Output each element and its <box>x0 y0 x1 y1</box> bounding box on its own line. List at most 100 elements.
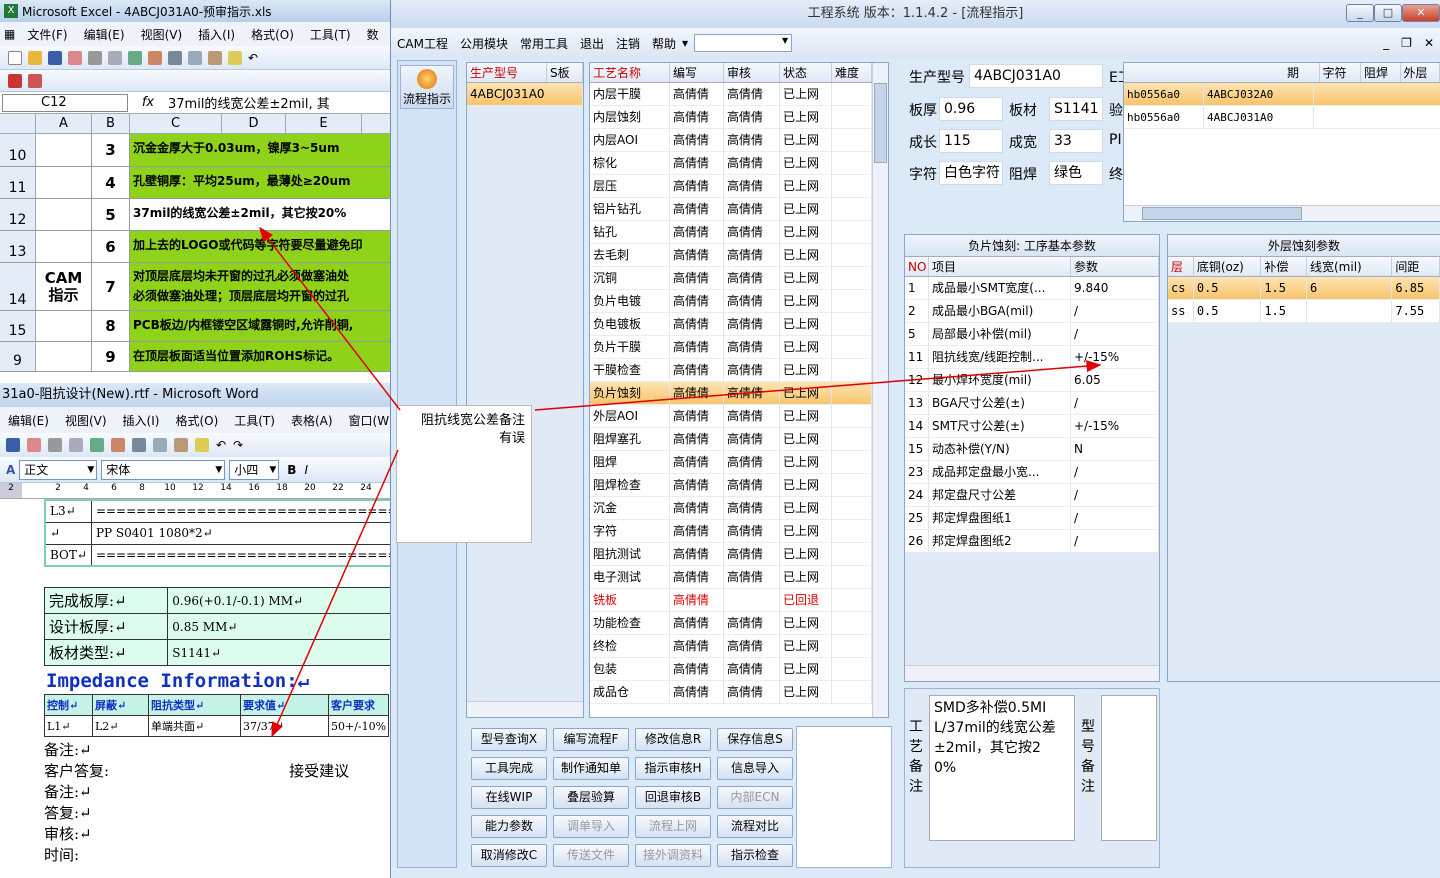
col-reviewer[interactable]: 审核 <box>724 63 780 82</box>
prod-model-field[interactable]: 4ABCJ031A0 <box>969 64 1103 88</box>
col-header-d[interactable]: D <box>222 114 286 133</box>
row-number[interactable]: 12 <box>0 199 36 230</box>
word-menu-view[interactable]: 视图(V) <box>57 412 115 429</box>
cam-cell[interactable] <box>36 342 92 371</box>
save-icon[interactable] <box>48 50 62 65</box>
close-button[interactable]: ✕ <box>1402 4 1440 22</box>
layer-cell[interactable]: ↵ <box>44 521 92 545</box>
excel-menu-insert[interactable]: 插入(I) <box>190 26 243 43</box>
print-preview-icon[interactable] <box>69 438 83 452</box>
imp-cell[interactable]: 单端共面↵ <box>148 715 241 737</box>
sheet-row[interactable]: 12 5 37mil的线宽公差±2mil，其它按20% <box>0 199 392 231</box>
outer-row[interactable]: cs 0.5 1.5 6 6.85 <box>1168 277 1440 300</box>
spelling-icon[interactable] <box>128 50 142 65</box>
sheet-row[interactable]: 11 4 孔壁铜厚：平均25um，最薄处≥20um <box>0 167 392 199</box>
excel-menu-view[interactable]: 视图(V) <box>133 26 191 43</box>
font-dropdown[interactable]: 宋体 <box>101 459 226 480</box>
remark-line[interactable]: 备注:↵ <box>44 782 392 803</box>
process-row[interactable]: 负片电镀 高倩倩 高倩倩 已上网 <box>590 290 888 313</box>
excel-doc-icon[interactable]: ▦ <box>0 27 19 41</box>
process-vscroll[interactable] <box>872 63 888 717</box>
row-number[interactable]: 13 <box>0 231 36 262</box>
excel-menu-data[interactable]: 数 <box>359 26 387 43</box>
character-field[interactable]: 白色字符 <box>939 161 1003 185</box>
cut-icon[interactable] <box>168 50 182 65</box>
minimize-button[interactable]: _ <box>1346 4 1374 22</box>
process-row[interactable]: 棕化 高倩倩 高倩倩 已上网 <box>590 152 888 175</box>
action-button[interactable]: 调单导入 <box>553 815 629 838</box>
col-s-board[interactable]: S板 <box>547 63 583 82</box>
paste-icon[interactable] <box>208 50 222 65</box>
research-icon[interactable] <box>148 50 162 65</box>
process-scroll-thumb[interactable] <box>874 83 887 163</box>
row-number[interactable]: 14 <box>0 263 36 310</box>
col-header-b[interactable]: B <box>92 114 130 133</box>
imp-cell[interactable]: L2↵ <box>92 715 149 737</box>
process-row[interactable]: 内层蚀刻 高倩倩 高倩倩 已上网 <box>590 106 888 129</box>
col-compensation[interactable]: 补偿 <box>1261 257 1307 276</box>
instruction-cell[interactable]: 沉金金厚大于0.03um，镍厚3~5um <box>130 134 392 166</box>
imp-header-customer[interactable]: 客户要求 <box>327 694 390 716</box>
col-base-copper[interactable]: 底铜(oz) <box>1194 257 1262 276</box>
research-icon[interactable] <box>111 438 125 452</box>
word-menu-format[interactable]: 格式(O) <box>167 412 226 429</box>
action-button[interactable]: 型号查询X <box>471 728 547 751</box>
print-preview-icon[interactable] <box>108 50 122 65</box>
related-row[interactable]: hb0556a0 4ABCJ032A0 <box>1124 83 1440 106</box>
process-row[interactable]: 铝片钻孔 高倩倩 高倩倩 已上网 <box>590 198 888 221</box>
process-row[interactable]: 内层干膜 高倩倩 高倩倩 已上网 <box>590 83 888 106</box>
etch-row[interactable]: 14 SMT尺寸公差(±) +/-15% <box>905 415 1159 438</box>
info-label[interactable]: 完成板厚:↵ <box>43 587 169 614</box>
process-row[interactable]: 成品仓 高倩倩 高倩倩 已上网 <box>590 681 888 704</box>
permission-icon[interactable] <box>27 438 41 452</box>
info-label[interactable]: 设计板厚:↵ <box>43 613 169 640</box>
process-row[interactable]: 电子测试 高倩倩 高倩倩 已上网 <box>590 566 888 589</box>
save-icon[interactable] <box>6 438 20 452</box>
sheet-row[interactable]: 13 6 加上去的LOGO或代码等字符要尽量避免印 <box>0 231 392 263</box>
col-process[interactable]: 工艺名称 <box>590 63 670 82</box>
instruction-cell-selected[interactable]: 37mil的线宽公差±2mil，其它按20% <box>130 199 392 230</box>
mdi-minimize-icon[interactable]: _ <box>1377 36 1395 50</box>
reply-line[interactable]: 答复:↵ <box>44 803 392 824</box>
menu-exit[interactable]: 退出 <box>574 35 610 52</box>
pdf-mail-icon[interactable] <box>28 73 42 88</box>
pdf-icon[interactable] <box>8 73 22 88</box>
undo-icon[interactable]: ↶ <box>248 51 258 65</box>
select-all-corner[interactable] <box>0 114 36 133</box>
action-button[interactable]: 取消修改C <box>471 844 547 867</box>
menu-combo[interactable] <box>694 34 793 52</box>
instruction-cell[interactable]: 在顶层板面适当位置添加ROHS标记。 <box>130 342 392 371</box>
process-row[interactable]: 功能检查 高倩倩 高倩倩 已上网 <box>590 612 888 635</box>
cam-label-cell[interactable]: CAM 指示 <box>36 263 92 310</box>
layer-cell[interactable]: BOT↵ <box>44 543 92 567</box>
item-number[interactable]: 6 <box>92 231 130 262</box>
material-cell[interactable]: ============================== <box>90 499 392 523</box>
col-spacing[interactable]: 间距 <box>1392 257 1440 276</box>
soldermask-field[interactable]: 绿色 <box>1049 161 1103 185</box>
formula-input[interactable]: 37mil的线宽公差±2mil, 其 <box>168 93 330 112</box>
action-button[interactable]: 回退审核B <box>635 786 711 809</box>
undo-icon[interactable]: ↶ <box>216 438 226 452</box>
word-menu-tools[interactable]: 工具(T) <box>226 412 283 429</box>
material-field[interactable]: S1141 <box>1049 97 1103 121</box>
related-row[interactable]: hb0556a0 4ABCJ031A0 <box>1124 106 1440 129</box>
related-hscroll[interactable] <box>1124 205 1440 221</box>
col-header-c[interactable]: C <box>130 114 222 133</box>
col-mask[interactable]: 阻焊 <box>1361 63 1401 82</box>
imp-cell[interactable]: 50+/-10% <box>327 715 390 737</box>
row-number[interactable]: 9 <box>0 342 36 371</box>
outer-row[interactable]: ss 0.5 1.5 7.55 <box>1168 300 1440 323</box>
maximize-button[interactable]: □ <box>1374 4 1402 22</box>
word-document[interactable]: L3↵ ============================== ↵ PP S0… <box>0 499 392 866</box>
imp-header-required[interactable]: 要求值↵ <box>240 694 329 716</box>
process-row[interactable]: 负电镀板 高倩倩 高倩倩 已上网 <box>590 313 888 336</box>
copy-icon[interactable] <box>153 438 167 452</box>
item-number[interactable]: 5 <box>92 199 130 230</box>
action-button[interactable]: 工具完成 <box>471 757 547 780</box>
remark-line[interactable]: 备注:↵ <box>44 740 392 761</box>
info-value[interactable]: S1141↵ <box>167 639 392 666</box>
instruction-cell[interactable]: 加上去的LOGO或代码等字符要尽量避免印 <box>130 231 392 262</box>
action-button[interactable]: 能力参数 <box>471 815 547 838</box>
word-menu-window[interactable]: 窗口(W <box>341 412 392 429</box>
info-value[interactable]: 0.85 MM↵ <box>167 613 392 640</box>
